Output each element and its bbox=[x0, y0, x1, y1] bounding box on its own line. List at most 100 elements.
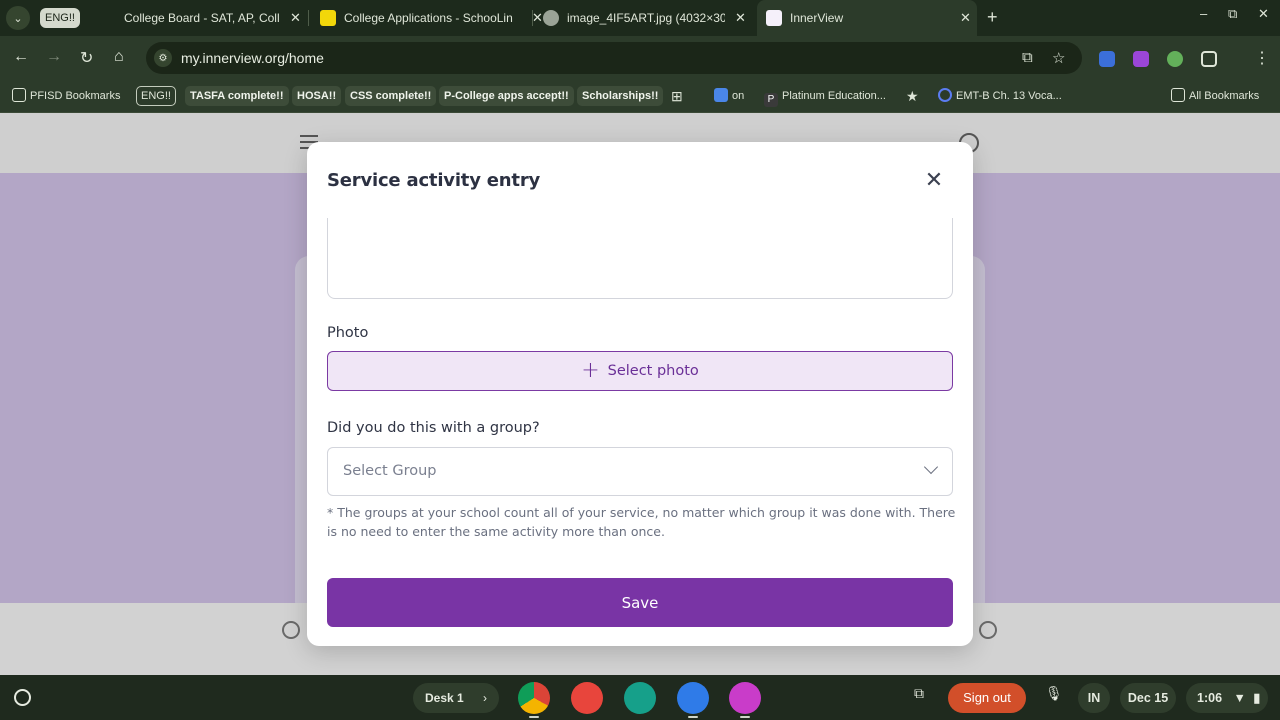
tab-close-icon[interactable]: ✕ bbox=[960, 10, 971, 26]
tab-schoolinks[interactable]: College Applications - SchooLin ✕ bbox=[320, 0, 543, 36]
bookmark-star-icon[interactable]: ☆ bbox=[1052, 49, 1065, 67]
new-tab-button[interactable]: + bbox=[987, 7, 998, 28]
tab-close-icon[interactable]: ✕ bbox=[735, 10, 746, 26]
home-icon[interactable]: ⌂ bbox=[114, 48, 124, 66]
bookmark-css[interactable]: CSS complete!! bbox=[345, 86, 437, 106]
select-photo-label: Select photo bbox=[607, 363, 699, 379]
bookmark-label: PFISD Bookmarks bbox=[30, 90, 121, 102]
innerview-app-icon[interactable] bbox=[729, 682, 761, 714]
bookmark-college-apps[interactable]: P-College apps accept!! bbox=[439, 86, 574, 106]
extension-icon[interactable] bbox=[1099, 51, 1115, 67]
close-window-button[interactable]: ✕ bbox=[1258, 6, 1269, 22]
files-app-icon[interactable] bbox=[677, 682, 709, 714]
description-textarea[interactable] bbox=[327, 218, 953, 299]
tab-college-board[interactable]: College Board - SAT, AP, College ✕ bbox=[100, 0, 301, 36]
os-shelf: Desk 1 › ⧉ Sign out 🎙 IN Dec 15 1:06 ▼ ▮ bbox=[0, 675, 1280, 720]
tab-search-button[interactable]: ⌄ bbox=[6, 6, 30, 30]
tab-innerview[interactable]: InnerView ✕ bbox=[757, 0, 977, 36]
group-hint-text: * The groups at your school count all of… bbox=[327, 505, 956, 539]
sign-out-button[interactable]: Sign out bbox=[948, 683, 1026, 713]
bookmark-label: All Bookmarks bbox=[1189, 90, 1260, 102]
group-select[interactable]: Select Group bbox=[327, 447, 953, 496]
tab-image[interactable]: image_4IF5ART.jpg (4032×302 ✕ bbox=[543, 0, 746, 36]
tab-group-chip[interactable]: ENG!! bbox=[40, 8, 80, 28]
classroom-app-icon[interactable] bbox=[624, 682, 656, 714]
tab-title: image_4IF5ART.jpg (4032×302 bbox=[567, 11, 725, 25]
battery-icon: ▮ bbox=[1253, 691, 1261, 705]
running-indicator bbox=[529, 716, 539, 718]
minimize-button[interactable]: – bbox=[1200, 6, 1207, 21]
browser-toolbar: ← → ↻ ⌂ ⚙ my.innerview.org/home ⧉ ☆ ⋮ bbox=[0, 36, 1280, 80]
schoolinks-favicon-icon bbox=[320, 10, 336, 26]
running-indicator bbox=[740, 716, 750, 718]
desk-label: Desk 1 bbox=[425, 691, 464, 705]
apps-grid-icon[interactable]: ⊞ bbox=[671, 86, 683, 106]
bookmark-label: on bbox=[732, 90, 745, 102]
bookmark-doc[interactable]: on bbox=[714, 86, 744, 106]
chrome-app-icon[interactable] bbox=[518, 682, 550, 714]
canvas-app-icon[interactable] bbox=[571, 682, 603, 714]
folder-icon bbox=[12, 88, 26, 102]
status-area[interactable]: 1:06 ▼ ▮ bbox=[1186, 683, 1268, 713]
microphone-icon[interactable]: 🎙 bbox=[1045, 685, 1063, 702]
star-bookmark-icon[interactable]: ★ bbox=[906, 86, 919, 106]
group-question-label: Did you do this with a group? bbox=[327, 420, 540, 436]
folder-icon bbox=[1171, 88, 1185, 102]
input-method-indicator[interactable]: IN bbox=[1078, 683, 1110, 713]
bookmark-emt[interactable]: EMT-B Ch. 13 Voca... bbox=[938, 86, 1062, 106]
college-board-favicon-icon bbox=[100, 10, 116, 26]
tab-divider bbox=[308, 10, 309, 26]
bookmark-platinum[interactable]: P Platinum Education... bbox=[764, 86, 886, 107]
modal-title: Service activity entry bbox=[327, 170, 541, 191]
tab-close-icon[interactable]: ✕ bbox=[532, 10, 543, 26]
innerview-favicon-icon bbox=[766, 10, 782, 26]
bookmark-tasfa[interactable]: TASFA complete!! bbox=[185, 86, 289, 106]
tab-title: College Board - SAT, AP, College bbox=[124, 11, 280, 25]
bookmarks-bar: PFISD Bookmarks ENG!! TASFA complete!! H… bbox=[0, 80, 1280, 113]
tab-close-icon[interactable]: ✕ bbox=[290, 10, 301, 26]
tab-title: InnerView bbox=[790, 11, 844, 25]
forward-icon[interactable]: → bbox=[46, 48, 62, 66]
save-button[interactable]: Save bbox=[327, 578, 953, 627]
group-select-placeholder: Select Group bbox=[343, 463, 437, 479]
launcher-icon[interactable] bbox=[14, 689, 31, 706]
chevron-down-icon bbox=[923, 459, 939, 475]
bookmark-scholarships[interactable]: Scholarships!! bbox=[577, 86, 664, 106]
extension-icon[interactable] bbox=[1167, 51, 1183, 67]
bookmark-label: Platinum Education... bbox=[782, 90, 886, 102]
address-bar[interactable]: ⚙ my.innerview.org/home ⧉ ☆ bbox=[146, 42, 1082, 74]
docs-icon bbox=[714, 88, 728, 102]
extensions-puzzle-icon[interactable] bbox=[1201, 51, 1217, 67]
bookmark-folder-pfisd[interactable]: PFISD Bookmarks bbox=[12, 86, 120, 106]
restore-button[interactable]: ⧉ bbox=[1228, 6, 1237, 22]
screen-capture-icon[interactable]: ⧉ bbox=[914, 685, 924, 702]
globe-icon bbox=[543, 10, 559, 26]
photo-label: Photo bbox=[327, 325, 369, 341]
url-text: my.innerview.org/home bbox=[181, 50, 324, 66]
menu-kebab-icon[interactable]: ⋮ bbox=[1254, 48, 1270, 68]
extension-icon[interactable] bbox=[1133, 51, 1149, 67]
running-indicator bbox=[688, 716, 698, 718]
bookmark-hosa[interactable]: HOSA!! bbox=[292, 86, 342, 106]
date-indicator[interactable]: Dec 15 bbox=[1120, 683, 1176, 713]
profile-icon bbox=[282, 621, 300, 639]
wifi-icon: ▼ bbox=[1233, 691, 1246, 705]
plus-icon: + bbox=[581, 358, 600, 383]
clock-text: 1:06 bbox=[1197, 691, 1223, 705]
chevron-right-icon: › bbox=[483, 691, 487, 705]
select-photo-button[interactable]: + Select photo bbox=[327, 351, 953, 391]
bookmark-eng[interactable]: ENG!! bbox=[136, 86, 176, 106]
install-app-icon[interactable]: ⧉ bbox=[1022, 49, 1033, 66]
tab-strip: ⌄ ENG!! College Board - SAT, AP, College… bbox=[0, 0, 1280, 36]
globe-icon bbox=[979, 621, 997, 639]
tab-divider bbox=[532, 10, 533, 26]
reload-icon[interactable]: ↻ bbox=[80, 48, 93, 68]
back-icon[interactable]: ← bbox=[13, 48, 29, 66]
quizlet-icon bbox=[938, 88, 952, 102]
site-settings-icon[interactable]: ⚙ bbox=[154, 49, 172, 67]
bookmark-all[interactable]: All Bookmarks bbox=[1171, 86, 1259, 106]
bookmark-label: EMT-B Ch. 13 Voca... bbox=[956, 90, 1062, 102]
close-icon[interactable]: ✕ bbox=[921, 168, 947, 194]
platinum-icon: P bbox=[764, 93, 778, 107]
desk-switcher[interactable]: Desk 1 › bbox=[413, 683, 499, 713]
